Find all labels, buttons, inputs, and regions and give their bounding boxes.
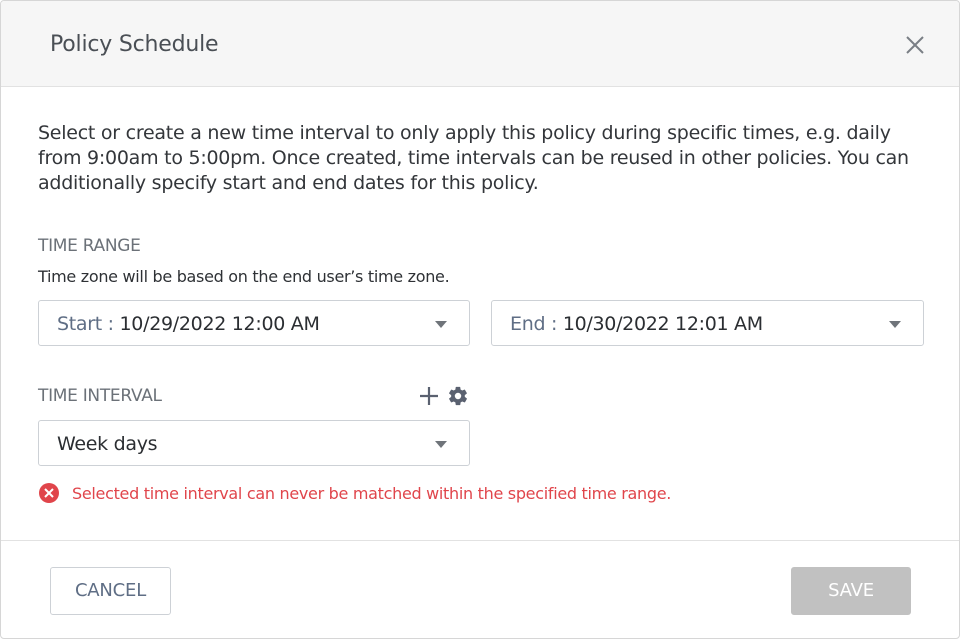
end-date-select[interactable]: End : 10/30/2022 12:01 AM: [491, 300, 924, 346]
time-interval-label: TIME INTERVAL: [38, 386, 162, 406]
description-text: Select or create a new time interval to …: [38, 122, 909, 194]
time-range-label: TIME RANGE: [38, 236, 141, 256]
cancel-button[interactable]: CANCEL: [50, 567, 171, 615]
start-date-display: Start : 10/29/2022 12:00 AM: [57, 313, 320, 335]
error-message: Selected time interval can never be matc…: [38, 482, 671, 504]
policy-schedule-dialog: Policy Schedule Select or create a new t…: [0, 0, 960, 639]
time-interval-select[interactable]: Week days: [38, 420, 470, 466]
start-value: 10/29/2022 12:00 AM: [119, 313, 320, 335]
dialog-title: Policy Schedule: [50, 32, 219, 57]
error-text: Selected time interval can never be matc…: [72, 483, 672, 503]
close-icon[interactable]: [905, 35, 925, 55]
start-date-select[interactable]: Start : 10/29/2022 12:00 AM: [38, 300, 470, 346]
gear-icon[interactable]: [447, 385, 469, 407]
save-button[interactable]: SAVE: [791, 567, 911, 615]
error-circle-icon: [39, 483, 59, 503]
chevron-down-icon: [435, 321, 447, 328]
end-date-display: End : 10/30/2022 12:01 AM: [510, 313, 763, 335]
time-zone-hint: Time zone will be based on the end user’…: [38, 267, 450, 286]
start-prefix: Start :: [57, 313, 114, 335]
dialog-header: Policy Schedule: [1, 1, 959, 87]
chevron-down-icon: [889, 321, 901, 328]
chevron-down-icon: [435, 441, 447, 448]
plus-icon[interactable]: [418, 385, 440, 407]
time-interval-value: Week days: [57, 433, 158, 455]
end-prefix: End :: [510, 313, 558, 335]
dialog-body: Select or create a new time interval to …: [38, 121, 924, 503]
dialog-footer: CANCEL SAVE: [1, 540, 959, 639]
end-value: 10/30/2022 12:01 AM: [562, 313, 763, 335]
